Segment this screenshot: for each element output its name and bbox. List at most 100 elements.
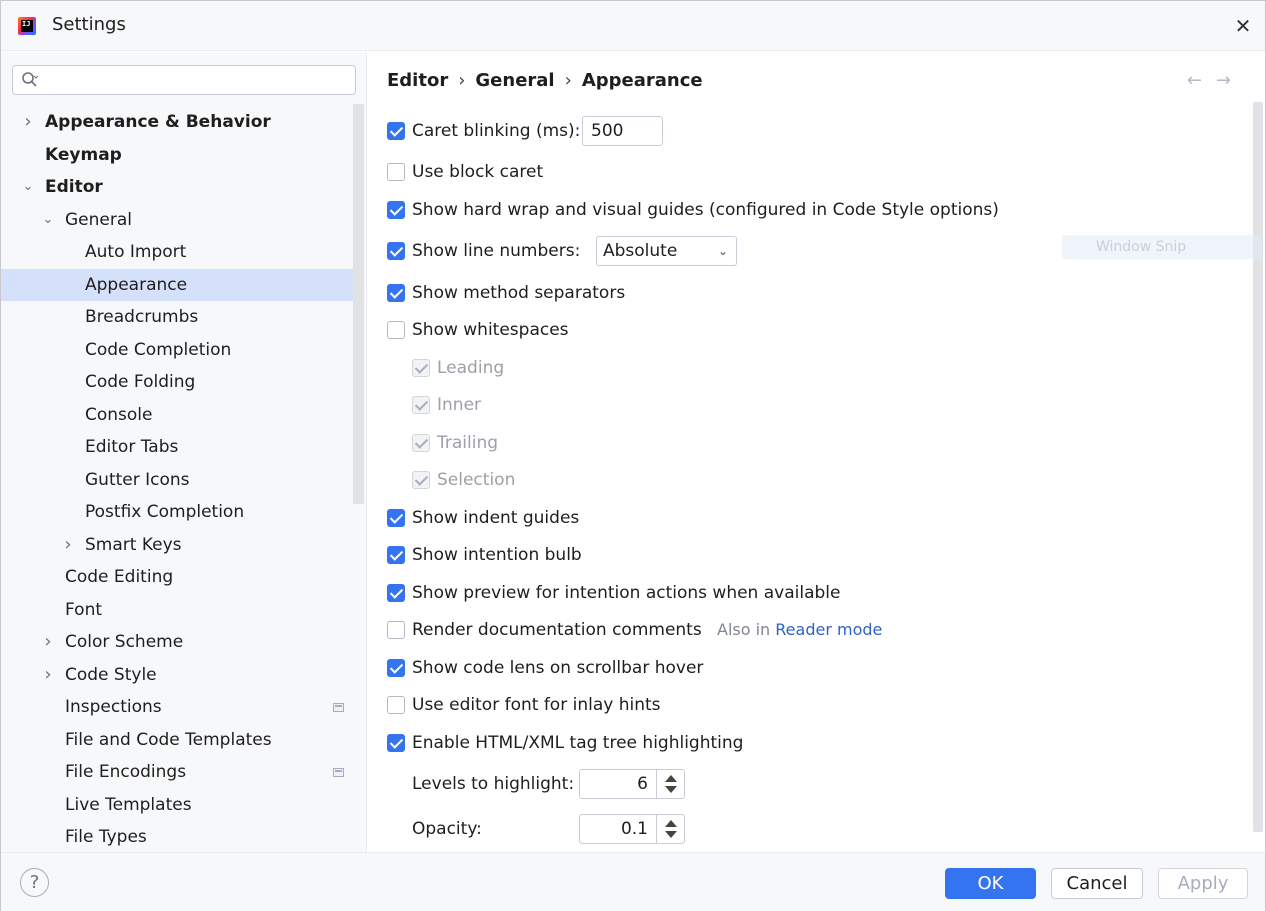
indent-guides-option[interactable]: Show indent guides (387, 504, 987, 532)
method-separators-checkbox[interactable] (387, 284, 405, 302)
tag-tree-option[interactable]: Enable HTML/XML tag tree highlighting (387, 729, 987, 757)
trailing-label: Trailing (437, 433, 499, 453)
tree-item[interactable]: Keymap (1, 139, 353, 171)
chevron-right-icon[interactable]: › (61, 529, 75, 561)
tree-item[interactable]: ⌄ General (1, 204, 353, 236)
chevron-right-icon[interactable]: › (21, 106, 35, 138)
editor-font-hints-option[interactable]: Use editor font for inlay hints (387, 691, 987, 719)
line-numbers-dropdown[interactable]: Absolute ⌄ (596, 236, 737, 266)
code-lens-option[interactable]: Show code lens on scrollbar hover (387, 654, 987, 682)
cancel-button[interactable]: Cancel (1051, 868, 1143, 899)
render-docs-checkbox[interactable] (387, 621, 405, 639)
apply-button[interactable]: Apply (1158, 868, 1248, 899)
ok-button[interactable]: OK (945, 868, 1036, 899)
line-numbers-checkbox[interactable] (387, 242, 405, 260)
tree-item[interactable]: Appearance (1, 268, 353, 301)
breadcrumb-separator: › (458, 70, 466, 91)
levels-spinner[interactable]: 6 (579, 769, 685, 799)
render-docs-option[interactable]: Render documentation comments Also in Re… (387, 616, 1087, 644)
close-icon[interactable]: ✕ (1231, 14, 1255, 38)
opacity-spinner[interactable]: 0.1 (579, 814, 685, 844)
render-docs-label: Render documentation comments (412, 620, 702, 640)
tree-item[interactable]: Breadcrumbs (1, 301, 353, 333)
line-numbers-option[interactable]: Show line numbers: Absolute ⌄ (387, 236, 987, 266)
reader-mode-link[interactable]: Reader mode (775, 620, 882, 639)
intention-bulb-checkbox[interactable] (387, 546, 405, 564)
spinner-up-icon[interactable] (665, 820, 677, 827)
caret-blinking-label: Caret blinking (ms): (412, 121, 581, 141)
tree-item[interactable]: › Color Scheme (1, 626, 353, 658)
chevron-right-icon[interactable]: › (41, 626, 55, 658)
whitespaces-option[interactable]: Show whitespaces (387, 316, 987, 344)
tree-item[interactable]: Postfix Completion (1, 496, 353, 528)
tree-item[interactable]: Console (1, 399, 353, 431)
tree-item[interactable]: Gutter Icons (1, 464, 353, 496)
spinner-up-icon[interactable] (665, 775, 677, 782)
tree-item[interactable]: › Smart Keys (1, 529, 353, 561)
spinner-down-icon[interactable] (665, 831, 677, 838)
breadcrumb-item[interactable]: General (475, 70, 554, 91)
tree-item[interactable]: File and Code Templates (1, 724, 353, 756)
tree-item-label: General (65, 209, 132, 230)
search-field[interactable] (12, 65, 356, 95)
tree-scrollbar[interactable] (353, 104, 364, 504)
intention-bulb-option[interactable]: Show intention bulb (387, 541, 987, 569)
caret-blinking-input[interactable]: 500 (582, 116, 663, 146)
editor-font-hints-checkbox[interactable] (387, 696, 405, 714)
options-scrollbar[interactable] (1253, 102, 1263, 832)
chevron-down-icon[interactable]: ⌄ (21, 171, 35, 203)
project-settings-icon (333, 768, 344, 777)
breadcrumb-item[interactable]: Editor (387, 70, 448, 91)
tag-tree-checkbox[interactable] (387, 734, 405, 752)
help-icon[interactable]: ? (20, 868, 49, 897)
tree-item-label: Code Completion (85, 339, 232, 360)
whitespaces-checkbox[interactable] (387, 321, 405, 339)
line-numbers-dropdown-value: Absolute (603, 241, 678, 261)
tree-item[interactable]: Inspections (1, 691, 353, 723)
levels-spinner-buttons[interactable] (656, 770, 684, 798)
tree-item[interactable]: Code Editing (1, 561, 353, 593)
tree-item[interactable]: Code Folding (1, 366, 353, 398)
breadcrumb-item-current: Appearance (581, 70, 703, 91)
chevron-right-icon[interactable]: › (41, 659, 55, 691)
back-arrow-icon[interactable]: ← (1187, 70, 1202, 91)
code-lens-checkbox[interactable] (387, 659, 405, 677)
tree-item[interactable]: › Code Style (1, 659, 353, 691)
tree-item-label: Smart Keys (85, 534, 182, 555)
tree-item-label: File Types (65, 827, 147, 847)
inner-option: Inner (412, 391, 712, 419)
block-caret-checkbox[interactable] (387, 163, 405, 181)
preview-intention-checkbox[interactable] (387, 584, 405, 602)
hard-wrap-option[interactable]: Show hard wrap and visual guides (config… (387, 196, 1087, 224)
tree-item[interactable]: Editor Tabs (1, 431, 353, 463)
tree-item[interactable]: Auto Import (1, 236, 353, 268)
opacity-spinner-buttons[interactable] (656, 815, 684, 843)
tree-item[interactable]: › Appearance & Behavior (1, 106, 353, 138)
caret-blinking-option[interactable]: Caret blinking (ms): 500 (387, 116, 987, 146)
tree-item-label: Code Editing (65, 567, 174, 587)
tree-item[interactable]: File Types (1, 821, 353, 852)
caret-blinking-checkbox[interactable] (387, 122, 405, 140)
tree-item[interactable]: File Encodings (1, 756, 353, 788)
search-input[interactable] (47, 69, 347, 91)
chevron-down-icon[interactable]: ⌄ (41, 204, 55, 236)
preview-intention-option[interactable]: Show preview for intention actions when … (387, 579, 987, 607)
leading-option: Leading (412, 354, 712, 382)
leading-label: Leading (437, 358, 505, 378)
selection-option: Selection (412, 466, 712, 494)
tree-item[interactable]: Live Templates (1, 789, 353, 821)
tree-item-label: Font (65, 599, 103, 620)
intellij-logo-icon: IJ (18, 17, 36, 35)
forward-arrow-icon[interactable]: → (1216, 70, 1231, 91)
tree-item[interactable]: Font (1, 594, 353, 626)
indent-guides-checkbox[interactable] (387, 509, 405, 527)
tree-item[interactable]: ⌄ Editor (1, 171, 353, 203)
method-separators-option[interactable]: Show method separators (387, 279, 987, 307)
opacity-option: Opacity: 0.1 (412, 814, 712, 844)
tree-item-label: Appearance & Behavior (45, 112, 271, 132)
spinner-down-icon[interactable] (665, 786, 677, 793)
tag-tree-label: Enable HTML/XML tag tree highlighting (412, 733, 744, 753)
tree-item[interactable]: Code Completion (1, 334, 353, 366)
block-caret-option[interactable]: Use block caret (387, 158, 987, 186)
hard-wrap-checkbox[interactable] (387, 201, 405, 219)
